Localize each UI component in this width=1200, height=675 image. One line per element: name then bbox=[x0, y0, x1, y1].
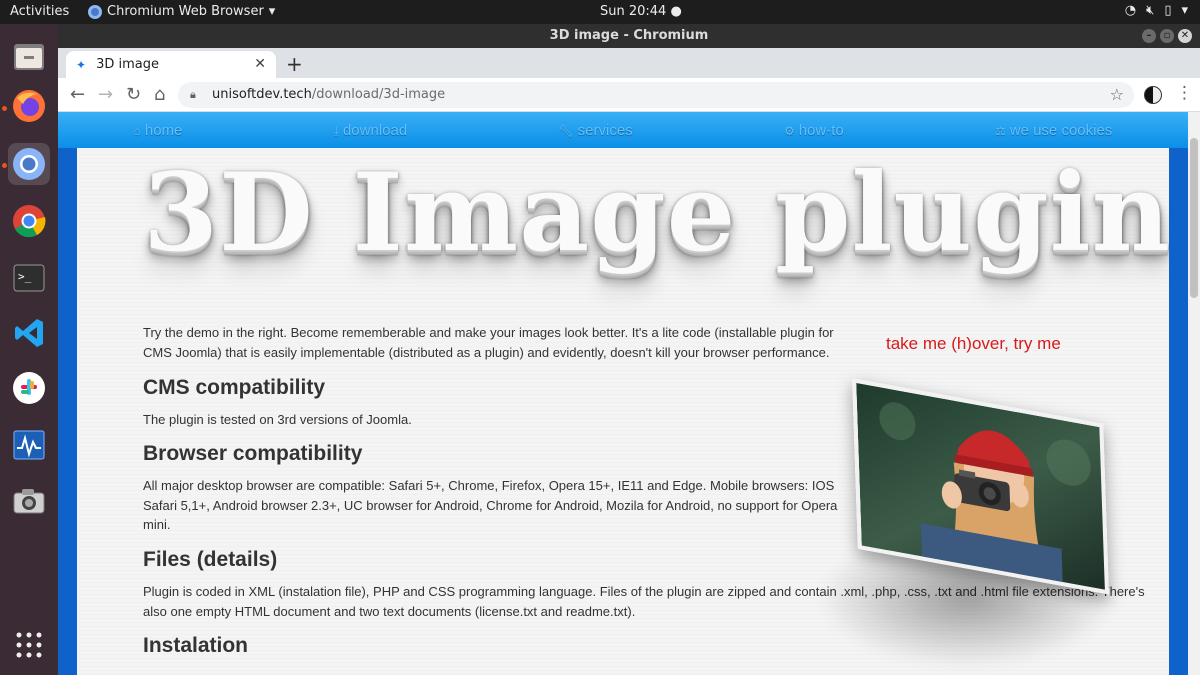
system-monitor-app-button[interactable] bbox=[8, 424, 50, 466]
maximize-button[interactable]: ▫ bbox=[1160, 29, 1174, 43]
browser-line: mini. bbox=[143, 517, 171, 532]
wifi-icon: ◔ bbox=[1124, 3, 1137, 18]
terminal-app-button[interactable]: >_ bbox=[8, 257, 50, 299]
chevron-down-icon: ▾ bbox=[1181, 3, 1188, 18]
firefox-icon bbox=[13, 90, 45, 122]
download-icon: ⤓ bbox=[333, 123, 339, 138]
terminal-icon: >_ bbox=[13, 264, 45, 292]
volume-mute-icon: 🔇︎ bbox=[1146, 3, 1155, 18]
caret-down-icon: ▾ bbox=[268, 4, 276, 19]
battery-icon: ▯ bbox=[1164, 3, 1172, 18]
system-top-bar: Activities Chromium Web Browser ▾ Sun 20… bbox=[0, 0, 1200, 24]
forward-button[interactable]: → bbox=[98, 84, 113, 105]
back-button[interactable]: ← bbox=[70, 84, 85, 105]
window-titlebar[interactable]: 3D image - Chromium – ▫ ✕ bbox=[58, 24, 1200, 48]
page-viewport: ⌂ home ⤓ download 🔧︎ services ⚙ how-to ⚖ we u… bbox=[58, 112, 1200, 675]
browser-heading: Browser compatibility bbox=[143, 442, 363, 465]
chromium-icon bbox=[88, 4, 102, 19]
chromium-app-button[interactable] bbox=[8, 143, 50, 185]
window-title: 3D image - Chromium bbox=[549, 28, 709, 43]
close-tab-icon[interactable]: ✕ bbox=[254, 56, 266, 72]
intro-paragraph: Try the demo in the right. Become rememb… bbox=[143, 323, 863, 362]
nav-home-label: home bbox=[144, 121, 183, 139]
system-tray[interactable]: ◔ 🔇︎ ▯ ▾ bbox=[1125, 3, 1188, 18]
camera-icon bbox=[13, 489, 45, 514]
show-applications-button[interactable] bbox=[8, 624, 50, 666]
bookmark-star-icon[interactable]: ☆ bbox=[1110, 82, 1124, 108]
hero-title: 3D Image plugin bbox=[143, 150, 1169, 276]
browser-window: 3D image - Chromium – ▫ ✕ ✦ 3D image ✕ +… bbox=[58, 24, 1200, 675]
notification-dot-icon: ● bbox=[670, 4, 682, 19]
nav-services-label: services bbox=[577, 121, 633, 139]
files-heading: Files (details) bbox=[143, 548, 278, 571]
clock[interactable]: Sun 20:44 ● bbox=[600, 4, 682, 19]
app-menu[interactable]: Chromium Web Browser ▾ bbox=[88, 4, 275, 19]
chrome-icon bbox=[13, 205, 46, 238]
nav-download[interactable]: ⤓ download bbox=[334, 122, 408, 139]
balance-icon: ⚖ bbox=[994, 123, 1006, 138]
install-heading: Instalation bbox=[143, 634, 249, 657]
intro-line: Try the demo in the right. Become rememb… bbox=[143, 325, 834, 340]
minimize-button[interactable]: – bbox=[1142, 29, 1156, 43]
chromium-icon bbox=[13, 148, 45, 180]
nav-cookies-label: we use cookies bbox=[1009, 121, 1113, 139]
screenshot-app-button[interactable] bbox=[8, 480, 50, 522]
close-window-button[interactable]: ✕ bbox=[1178, 29, 1192, 43]
page-scrollbar[interactable] bbox=[1188, 112, 1200, 675]
browser-toolbar: ← → ↻ ⌂ 🔒︎ unisoftdev.tech/download/3d-i… bbox=[58, 78, 1200, 112]
chrome-app-button[interactable] bbox=[8, 200, 50, 242]
scrollbar-thumb[interactable] bbox=[1190, 138, 1198, 298]
nav-download-label: download bbox=[342, 121, 408, 139]
app-grid-icon bbox=[16, 632, 42, 658]
browser-line: Safari 5,1+, Android browser 2.3+, UC br… bbox=[143, 497, 838, 513]
activities-button[interactable]: Activities bbox=[10, 4, 69, 19]
nav-how-to[interactable]: ⚙ how-to bbox=[784, 122, 844, 139]
slack-icon bbox=[13, 372, 45, 404]
browser-paragraph: All major desktop browser are compatible… bbox=[143, 476, 863, 535]
vscode-app-button[interactable] bbox=[8, 312, 50, 354]
url-path: /download/3d-image bbox=[311, 87, 446, 102]
address-bar[interactable]: 🔒︎ unisoftdev.tech/download/3d-image ☆ bbox=[178, 82, 1134, 108]
new-tab-button[interactable]: + bbox=[286, 52, 303, 76]
home-icon: ⌂ bbox=[133, 123, 141, 138]
running-indicator bbox=[2, 163, 7, 168]
vscode-icon bbox=[15, 319, 43, 347]
nav-services[interactable]: 🔧︎ services bbox=[558, 122, 632, 139]
slack-app-button[interactable] bbox=[8, 367, 50, 409]
app-menu-label: Chromium Web Browser bbox=[107, 4, 264, 19]
svg-text:>_: >_ bbox=[18, 270, 32, 283]
browser-line: All major desktop browser are compatible… bbox=[143, 478, 835, 493]
window-controls: – ▫ ✕ bbox=[1142, 29, 1192, 43]
page-content: 3D Image plugin Try the demo in the righ… bbox=[77, 148, 1169, 675]
system-monitor-icon bbox=[13, 430, 45, 460]
cms-text: The plugin is tested on 3rd versions of … bbox=[143, 412, 412, 427]
site-navigation: ⌂ home ⤓ download 🔧︎ services ⚙ how-to ⚖ we u… bbox=[58, 112, 1188, 148]
nav-home[interactable]: ⌂ home bbox=[134, 122, 183, 139]
nav-cookies[interactable]: ⚖ we use cookies bbox=[995, 122, 1112, 139]
cms-heading: CMS compatibility bbox=[143, 376, 326, 399]
firefox-app-button[interactable] bbox=[8, 85, 50, 127]
reload-button[interactable]: ↻ bbox=[126, 84, 141, 105]
tab-3d-image[interactable]: ✦ 3D image ✕ bbox=[66, 51, 276, 78]
intro-line: CMS Joomla) that is easily implementable… bbox=[143, 344, 830, 360]
puzzle-icon: ✦ bbox=[76, 57, 87, 72]
files-app-button[interactable] bbox=[8, 36, 50, 78]
running-indicator bbox=[2, 106, 7, 111]
url-host: unisoftdev.tech bbox=[212, 87, 312, 102]
nav-how-to-label: how-to bbox=[798, 121, 844, 139]
tab-title: 3D image bbox=[96, 57, 159, 72]
dock: >_ bbox=[0, 24, 58, 675]
menu-kebab-icon[interactable]: ⋮ bbox=[1176, 83, 1193, 103]
gears-icon: ⚙ bbox=[783, 123, 795, 138]
lock-icon: 🔒︎ bbox=[190, 88, 196, 101]
wrench-icon: 🔧︎ bbox=[558, 123, 574, 138]
home-button[interactable]: ⌂ bbox=[154, 84, 165, 105]
try-me-label: take me (h)over, try me bbox=[886, 334, 1061, 353]
profile-avatar[interactable] bbox=[1144, 86, 1162, 104]
tab-strip: ✦ 3D image ✕ + bbox=[58, 48, 1200, 78]
clock-label: Sun 20:44 bbox=[600, 4, 667, 19]
files-icon bbox=[14, 44, 44, 70]
